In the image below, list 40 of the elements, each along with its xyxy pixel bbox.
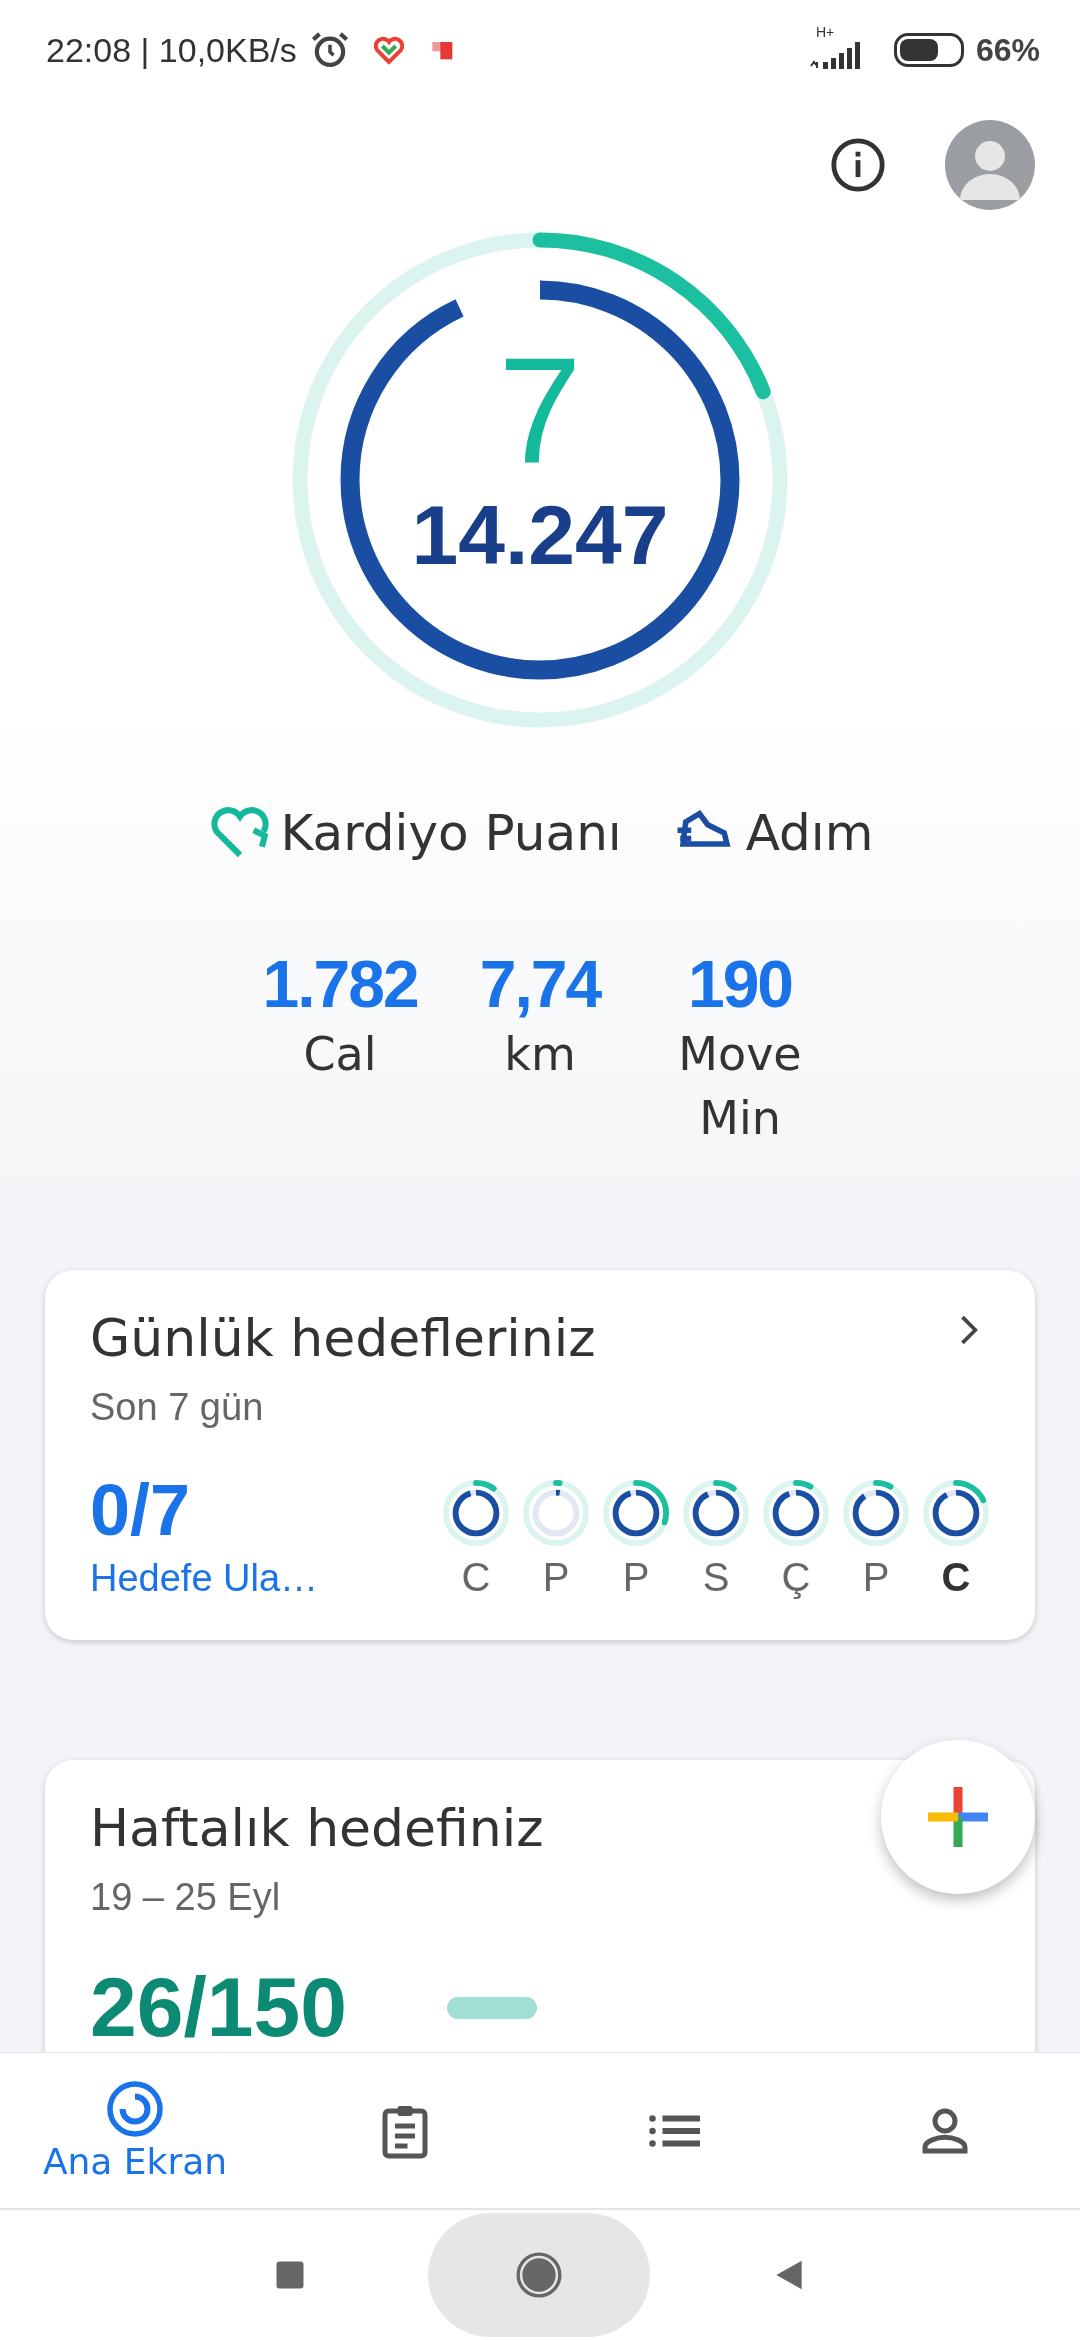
legend-label: Kardiyo Puanı <box>280 804 622 862</box>
stat-value: 1.782 <box>262 946 418 1022</box>
status-time: 22:08 | 10,0KB/s <box>46 30 297 70</box>
day-ring <box>842 1479 910 1547</box>
steps-value: 14.247 <box>411 487 669 584</box>
day-label: S <box>702 1555 730 1600</box>
avatar[interactable] <box>945 120 1035 210</box>
legend-label: Adım <box>745 804 874 862</box>
card-subtitle: Son 7 gün <box>90 1386 265 1429</box>
day-ring <box>442 1479 510 1547</box>
battery-icon <box>893 33 964 67</box>
day-label: C <box>941 1555 971 1600</box>
info-icon[interactable] <box>829 136 887 194</box>
day-ring <box>602 1479 670 1547</box>
battery-percent: 66% <box>975 31 1040 69</box>
day-label: P <box>862 1555 890 1600</box>
card-subtitle: 19 – 25 Eyl <box>90 1876 282 1919</box>
stat-value: 190 <box>687 946 793 1022</box>
card-title: Günlük hedefleriniz <box>90 1308 596 1368</box>
daily-goals-card[interactable]: Günlük hedefleriniz Son 7 gün 0/7 Hedefe Ula… C P P S Ç P C <box>45 1270 1035 1640</box>
ring-icon <box>105 2079 165 2139</box>
stat-label: Cal <box>303 1026 377 1083</box>
day-ring <box>922 1479 990 1547</box>
day-ring <box>762 1479 830 1547</box>
cardio-points-value: 7 <box>498 335 582 485</box>
stat-label: km <box>504 1026 576 1083</box>
card-title: Haftalık hedefiniz <box>90 1798 544 1858</box>
day-label: C <box>461 1555 491 1600</box>
day-label: P <box>542 1555 570 1600</box>
goal-count: 26/150 <box>90 1959 347 2052</box>
goal-caption: Hedefe Ula… <box>90 1557 319 1600</box>
heart-icon <box>372 34 405 66</box>
goal-count: 0/7 <box>90 1469 192 1551</box>
day-ring <box>522 1479 590 1547</box>
stat-value: 7,74 <box>479 946 601 1022</box>
day-label: Ç <box>781 1555 811 1600</box>
home-icon <box>514 2250 564 2300</box>
day-ring <box>682 1479 750 1547</box>
day-label: P <box>622 1555 650 1600</box>
stat-label: Move Min <box>677 1026 803 1147</box>
